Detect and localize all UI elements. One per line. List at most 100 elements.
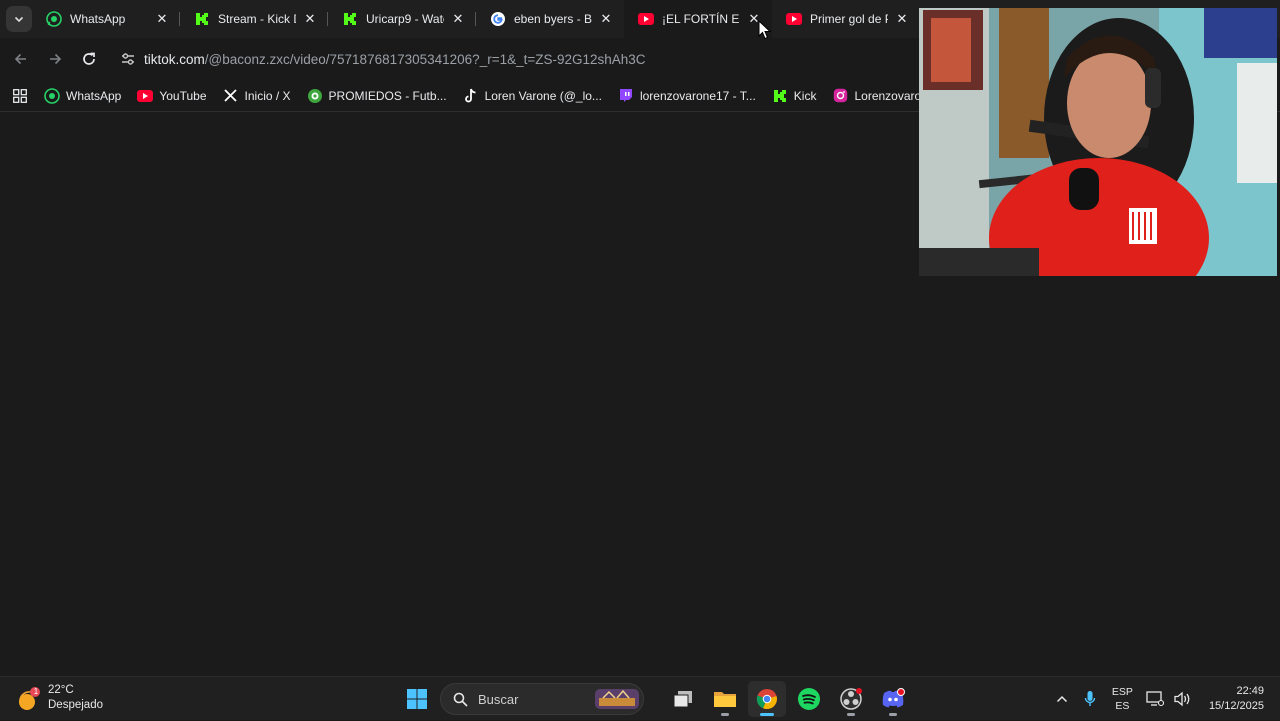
running-indicator <box>889 713 897 716</box>
start-button[interactable] <box>398 681 436 717</box>
tab-title: Uricarp9 - Watc <box>366 12 444 26</box>
search-highlight-icon <box>595 689 639 709</box>
bookmark-label: Inicio / X <box>244 88 291 103</box>
bookmark-label: YouTube <box>159 88 207 103</box>
running-indicator <box>847 713 855 716</box>
tab-whatsapp[interactable]: WhatsApp ✕ <box>32 0 180 38</box>
obs-button[interactable] <box>832 681 870 717</box>
instagram-icon <box>832 88 848 104</box>
language-code: ESP <box>1111 686 1133 698</box>
chrome-button[interactable] <box>748 681 786 717</box>
kick-icon <box>772 88 788 104</box>
tab-title: WhatsApp <box>70 12 126 26</box>
arrow-left-icon <box>14 53 26 65</box>
forward-button[interactable] <box>38 42 72 76</box>
system-tray: ESP ES 22:49 15/12/2025 <box>1048 677 1264 721</box>
search-icon <box>453 692 468 707</box>
reload-icon <box>83 52 95 65</box>
webcam-video <box>919 8 1277 276</box>
spotify-button[interactable] <box>790 681 828 717</box>
address-bar[interactable]: tiktok.com/@baconz.zxc/video/75718768173… <box>112 43 892 75</box>
tiktok-icon <box>463 88 479 104</box>
kick-icon <box>342 11 358 27</box>
clock-date: 15/12/2025 <box>1208 700 1264 712</box>
discord-icon <box>882 688 905 708</box>
task-view-icon <box>673 691 692 708</box>
tab-eben-byers[interactable]: eben byers - Bus ✕ <box>476 0 624 38</box>
twitch-icon <box>618 88 634 104</box>
youtube-icon <box>638 11 654 27</box>
kick-icon <box>194 11 210 27</box>
url-path: /@baconz.zxc/video/7571876817305341206?_… <box>204 51 646 67</box>
tab-el-fortin[interactable]: ¡EL FORTÍN ES E ✕ <box>624 0 772 38</box>
active-indicator <box>760 713 774 716</box>
spotify-icon <box>798 688 820 710</box>
youtube-icon <box>786 11 802 27</box>
x-icon <box>223 88 239 104</box>
bookmark-x[interactable]: Inicio / X <box>223 88 291 104</box>
task-view-button[interactable] <box>664 681 702 717</box>
tab-title: eben byers - Bus <box>514 12 592 26</box>
windows-icon <box>407 689 427 709</box>
weather-widget[interactable]: 1 22°C Despejado <box>16 683 103 713</box>
taskbar-center: Buscar <box>398 681 916 717</box>
weather-badge: 1 <box>33 687 39 696</box>
search-placeholder: Buscar <box>478 691 519 707</box>
bookmark-label: WhatsApp <box>66 88 122 103</box>
bookmark-label: PROMIEDOS - Futb... <box>328 88 447 103</box>
input-language[interactable]: ESP ES <box>1112 685 1133 713</box>
bookmark-whatsapp[interactable]: WhatsApp <box>44 87 122 104</box>
mouse-cursor-icon <box>758 20 772 40</box>
weather-temperature: 22°C <box>48 684 74 696</box>
clock[interactable]: 22:49 15/12/2025 <box>1209 684 1264 714</box>
close-icon[interactable]: ✕ <box>598 11 614 27</box>
whatsapp-icon <box>46 11 62 27</box>
url-host: tiktok.com <box>144 51 205 67</box>
show-hidden-icons-button[interactable] <box>1048 694 1076 704</box>
taskbar-search[interactable]: Buscar <box>440 683 644 715</box>
tab-primer-gol[interactable]: Primer gol de Pa ✕ <box>772 0 920 38</box>
running-indicator <box>721 713 729 716</box>
volume-icon[interactable] <box>1169 691 1197 707</box>
bookmark-youtube[interactable]: YouTube <box>137 88 207 104</box>
network-icon[interactable] <box>1141 691 1169 707</box>
file-explorer-button[interactable] <box>706 681 744 717</box>
tab-search-button[interactable] <box>6 6 32 32</box>
apps-grid-icon[interactable] <box>8 84 32 108</box>
close-icon[interactable]: ✕ <box>302 11 318 27</box>
tab-title: ¡EL FORTÍN ES E <box>662 12 740 26</box>
obs-icon <box>840 688 862 710</box>
weather-condition: Despejado <box>48 699 103 711</box>
bookmark-kick[interactable]: Kick <box>772 88 817 104</box>
microphone-icon[interactable] <box>1076 690 1104 708</box>
bookmark-twitch[interactable]: lorenzovarone17 - T... <box>618 88 756 104</box>
close-icon[interactable]: ✕ <box>894 11 910 27</box>
weather-sun-icon: 1 <box>16 685 42 711</box>
chevron-up-icon <box>1056 695 1067 703</box>
close-icon[interactable]: ✕ <box>450 11 466 27</box>
close-icon[interactable]: ✕ <box>154 11 170 27</box>
site-info-icon[interactable] <box>112 51 144 67</box>
bookmark-label: lorenzovarone17 - T... <box>639 88 756 103</box>
keyboard-layout: ES <box>1115 700 1130 712</box>
folder-icon <box>714 692 736 707</box>
tab-title: Stream - Kick Da <box>218 12 296 26</box>
bookmark-label: Loren Varone (@_lo... <box>484 88 602 103</box>
clock-time: 22:49 <box>1236 685 1264 697</box>
discord-button[interactable] <box>874 681 912 717</box>
back-button[interactable] <box>4 42 38 76</box>
tab-stream-kick[interactable]: Stream - Kick Da ✕ <box>180 0 328 38</box>
tab-title: Primer gol de Pa <box>810 12 888 26</box>
reload-button[interactable] <box>72 42 106 76</box>
chrome-icon <box>756 689 777 710</box>
webcam-overlay <box>919 8 1277 276</box>
tab-uricarp9[interactable]: Uricarp9 - Watc ✕ <box>328 0 476 38</box>
taskbar: 1 22°C Despejado Buscar ESP ES 22:49 15/… <box>0 676 1280 720</box>
whatsapp-icon <box>44 87 60 104</box>
bookmark-label: Kick <box>793 88 817 103</box>
google-icon <box>490 11 506 27</box>
arrow-right-icon <box>50 53 62 65</box>
promiedos-icon <box>307 88 323 104</box>
bookmark-tiktok[interactable]: Loren Varone (@_lo... <box>463 88 602 104</box>
bookmark-promiedos[interactable]: PROMIEDOS - Futb... <box>307 88 447 104</box>
